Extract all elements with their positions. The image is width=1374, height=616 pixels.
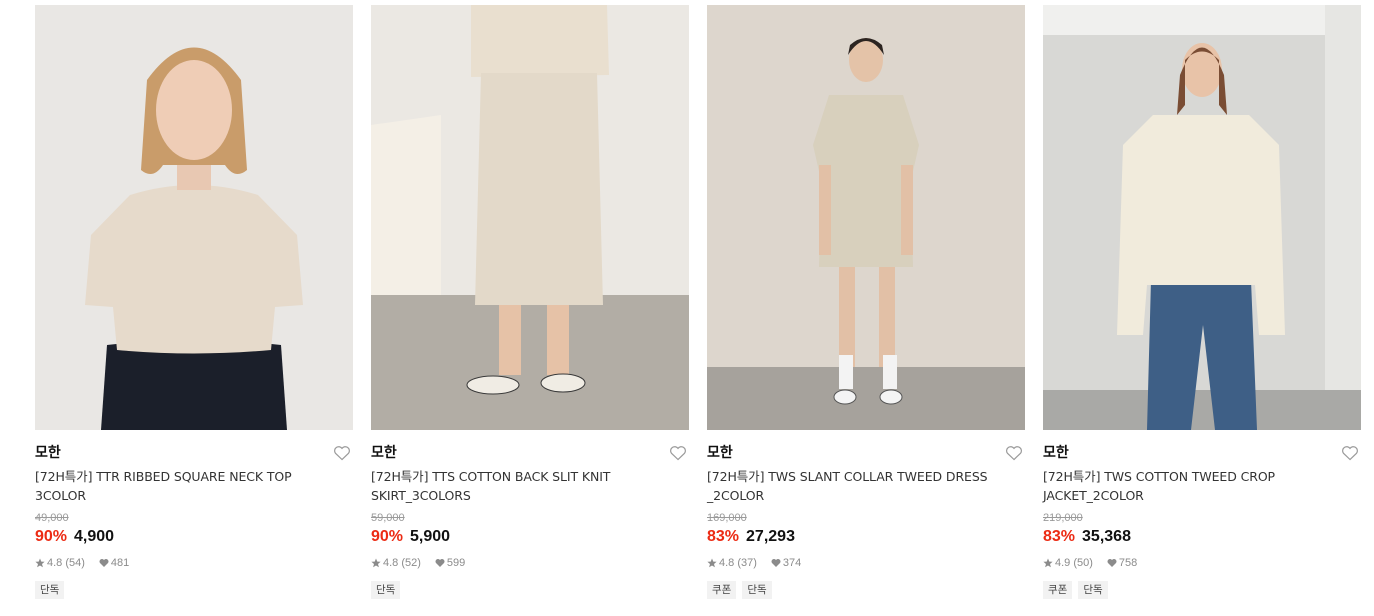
product-image[interactable] (35, 5, 353, 430)
tag-list: 쿠폰 단독 (707, 581, 1025, 599)
wishlist-heart-icon[interactable] (1005, 445, 1023, 461)
product-title[interactable]: [72H특가] TWS COTTON TWEED CROP JACKET_2CO… (1043, 467, 1333, 505)
product-stats: 4.9 (50) 758 (1043, 556, 1361, 570)
like-count: 758 (1118, 557, 1138, 569)
product-stats: 4.8 (52) 599 (371, 556, 689, 570)
product-image[interactable] (707, 5, 1025, 430)
discount-rate: 90% (371, 528, 404, 545)
star-icon (371, 558, 381, 568)
review-count: (37) (737, 557, 757, 569)
tag-exclusive: 단독 (35, 581, 65, 599)
tag-exclusive: 단독 (742, 581, 772, 599)
review-count: (50) (1073, 557, 1093, 569)
original-price: 169,000 (707, 512, 747, 524)
original-price: 59,000 (371, 512, 405, 524)
heart-filled-icon (99, 558, 109, 568)
discount-rate: 90% (35, 528, 68, 545)
product-stats: 4.8 (54) 481 (35, 556, 353, 570)
like-count: 481 (110, 557, 130, 569)
wishlist-heart-icon[interactable] (333, 445, 351, 461)
rating-value: 4.9 (1055, 557, 1071, 569)
product-card[interactable]: 모한 [72H특가] TTR RIBBED SQUARE NECK TOP 3C… (35, 5, 353, 599)
tag-coupon: 쿠폰 (1043, 581, 1073, 599)
heart-filled-icon (1107, 558, 1117, 568)
sale-price: 5,900 (410, 528, 451, 545)
sale-price: 27,293 (746, 528, 795, 545)
wishlist-heart-icon[interactable] (669, 445, 687, 461)
product-card[interactable]: 모한 [72H특가] TWS COTTON TWEED CROP JACKET_… (1043, 5, 1361, 599)
product-card[interactable]: 모한 [72H특가] TTS COTTON BACK SLIT KNIT SKI… (371, 5, 689, 599)
product-card[interactable]: 모한 [72H특가] TWS SLANT COLLAR TWEED DRESS … (707, 5, 1025, 599)
review-count: (54) (65, 557, 85, 569)
discount-rate: 83% (707, 528, 740, 545)
tag-list: 단독 (371, 581, 689, 599)
original-price: 219,000 (1043, 512, 1083, 524)
product-photo-ribbed-top (35, 5, 353, 430)
tag-exclusive: 단독 (1078, 581, 1108, 599)
discount-rate: 83% (1043, 528, 1076, 545)
product-image[interactable] (1043, 5, 1361, 430)
wishlist-heart-icon[interactable] (1341, 445, 1359, 461)
original-price: 49,000 (35, 512, 69, 524)
sale-price: 35,368 (1082, 528, 1131, 545)
product-photo-knit-skirt (371, 5, 689, 430)
heart-filled-icon (771, 558, 781, 568)
product-photo-tweed-jacket (1043, 5, 1361, 430)
review-count: (52) (401, 557, 421, 569)
rating-value: 4.8 (47, 557, 63, 569)
star-icon (707, 558, 717, 568)
product-grid: 모한 [72H특가] TTR RIBBED SQUARE NECK TOP 3C… (35, 5, 1361, 599)
product-title[interactable]: [72H특가] TTR RIBBED SQUARE NECK TOP 3COLO… (35, 467, 325, 505)
tag-list: 쿠폰 단독 (1043, 581, 1361, 599)
star-icon (35, 558, 45, 568)
heart-filled-icon (435, 558, 445, 568)
like-count: 374 (782, 557, 802, 569)
rating-value: 4.8 (719, 557, 735, 569)
brand-name[interactable]: 모한 (707, 444, 1025, 464)
star-icon (1043, 558, 1053, 568)
product-title[interactable]: [72H특가] TWS SLANT COLLAR TWEED DRESS _2C… (707, 467, 997, 505)
tag-coupon: 쿠폰 (707, 581, 737, 599)
product-image[interactable] (371, 5, 689, 430)
brand-name[interactable]: 모한 (1043, 444, 1361, 464)
brand-name[interactable]: 모한 (35, 444, 353, 464)
product-title[interactable]: [72H특가] TTS COTTON BACK SLIT KNIT SKIRT_… (371, 467, 661, 505)
rating-value: 4.8 (383, 557, 399, 569)
like-count: 599 (446, 557, 466, 569)
tag-exclusive: 단독 (371, 581, 401, 599)
tag-list: 단독 (35, 581, 353, 599)
sale-price: 4,900 (74, 528, 115, 545)
product-photo-tweed-dress (707, 5, 1025, 430)
brand-name[interactable]: 모한 (371, 444, 689, 464)
product-stats: 4.8 (37) 374 (707, 556, 1025, 570)
